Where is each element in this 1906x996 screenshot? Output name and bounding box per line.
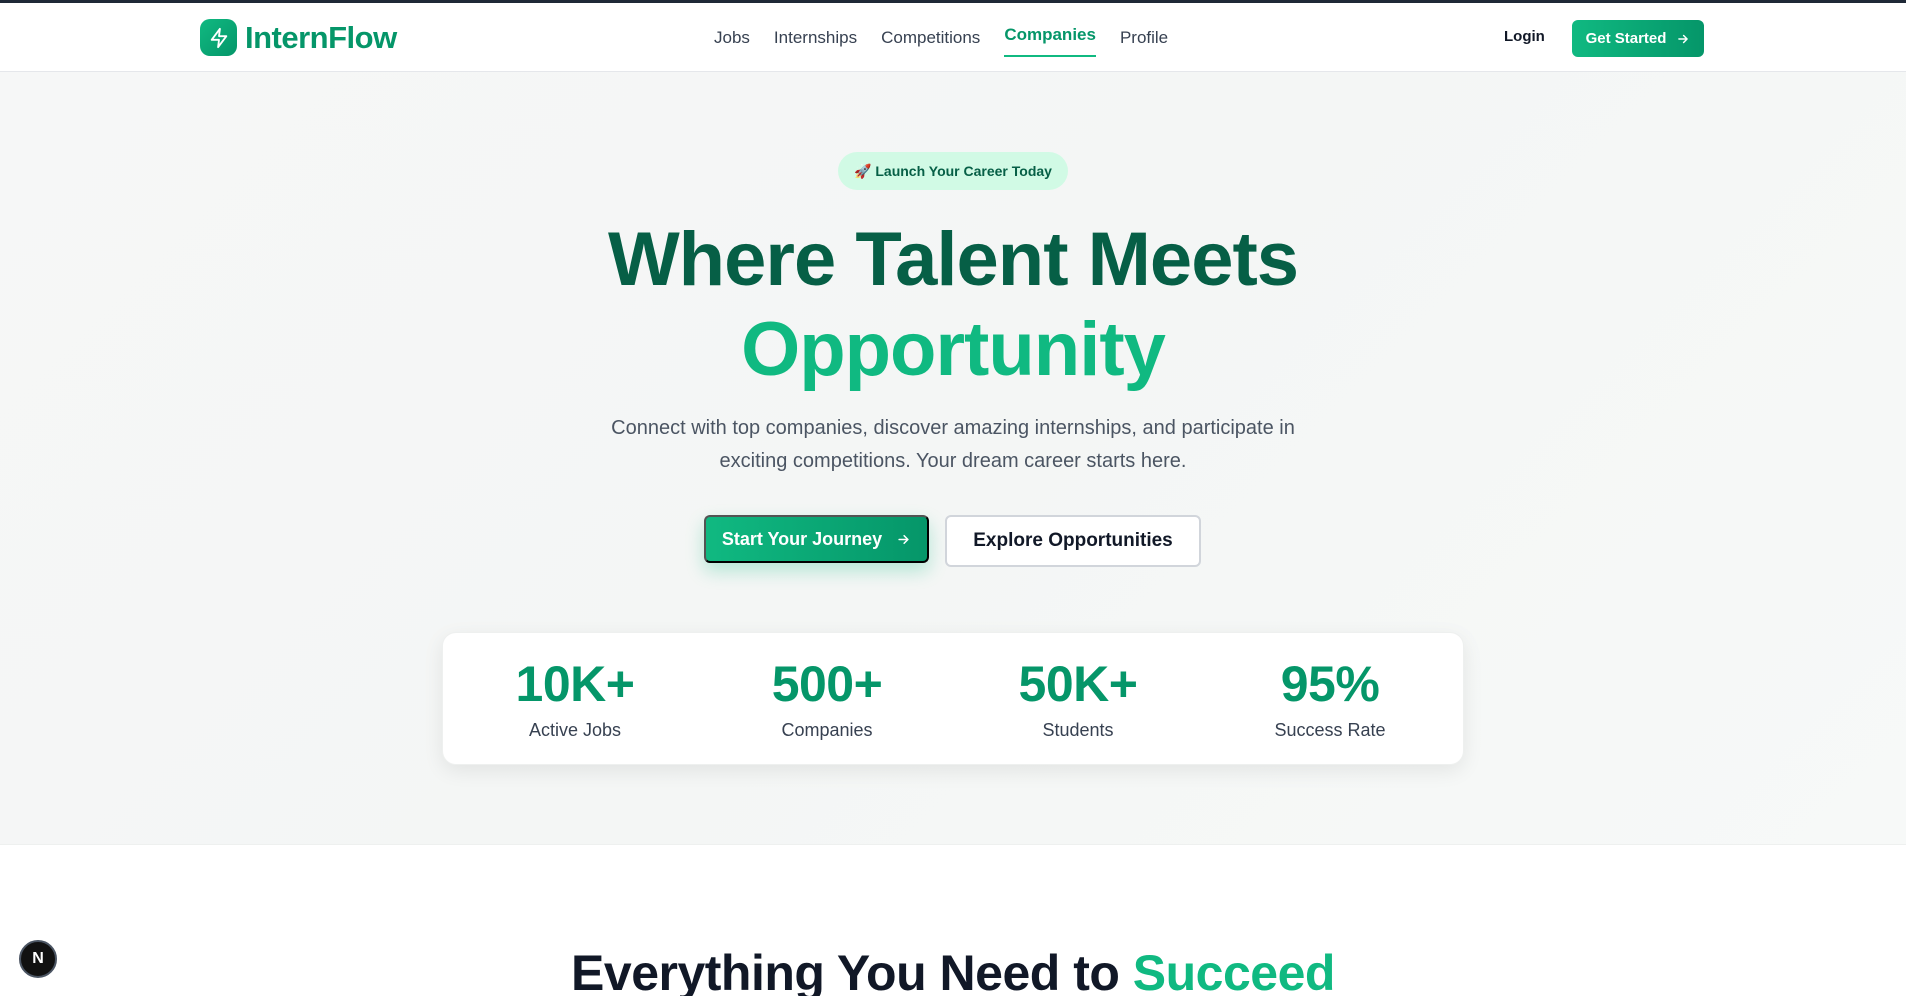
logo[interactable]: InternFlow — [200, 19, 397, 56]
hero-subtitle-line1: Connect with top companies, discover ama… — [611, 417, 1295, 439]
start-journey-label: Start Your Journey — [721, 528, 883, 549]
hero-subtitle: Connect with top companies, discover ama… — [553, 412, 1353, 478]
lightning-bolt-icon — [200, 19, 237, 56]
hero-section: 🚀 Launch Your Career Today Where Talent … — [0, 72, 1906, 845]
hero-subtitle-line2: exciting competitions. Your dream career… — [719, 450, 1187, 472]
stat-value: 10K+ — [515, 656, 635, 712]
nav-links: Jobs Internships Competitions Companies … — [714, 3, 1192, 72]
stats-card: 10K+ Active Jobs 500+ Companies 50K+ Stu… — [442, 632, 1464, 765]
login-link[interactable]: Login — [1504, 28, 1545, 45]
nav-link-jobs[interactable]: Jobs — [714, 22, 750, 54]
brand-name: InternFlow — [245, 19, 397, 55]
dev-tools-badge[interactable]: N — [19, 940, 57, 978]
arrow-right-icon — [898, 534, 909, 544]
start-journey-button[interactable]: Start Your Journey — [704, 515, 929, 563]
nav-link-companies[interactable]: Companies — [1004, 19, 1096, 57]
get-started-button[interactable]: Get Started — [1572, 20, 1704, 57]
stat-label: Success Rate — [1274, 720, 1386, 740]
stat-value: 50K+ — [1018, 656, 1138, 712]
stat-label: Students — [1042, 720, 1114, 740]
features-heading: Everything You Need to Succeed — [0, 944, 1906, 996]
nav-link-internships[interactable]: Internships — [774, 22, 857, 54]
launch-badge: 🚀 Launch Your Career Today — [838, 152, 1068, 190]
nav-link-competitions[interactable]: Competitions — [881, 22, 980, 54]
nav-link-profile[interactable]: Profile — [1120, 22, 1168, 54]
stat-value: 95% — [1280, 656, 1380, 712]
hero-title-line2: Opportunity — [741, 307, 1166, 392]
features-heading-prefix: Everything You Need to — [571, 945, 1133, 996]
stat-label: Companies — [781, 720, 873, 740]
stat-label: Active Jobs — [528, 720, 622, 740]
arrow-right-icon — [1678, 34, 1689, 43]
navbar: InternFlow Jobs Internships Competitions… — [0, 3, 1906, 72]
hero-title-line1: Where Talent Meets — [607, 217, 1299, 302]
stat-value: 500+ — [771, 656, 883, 712]
get-started-label: Get Started — [1585, 30, 1667, 47]
features-heading-accent: Succeed — [1132, 945, 1336, 996]
explore-opportunities-button[interactable]: Explore Opportunities — [945, 515, 1201, 567]
